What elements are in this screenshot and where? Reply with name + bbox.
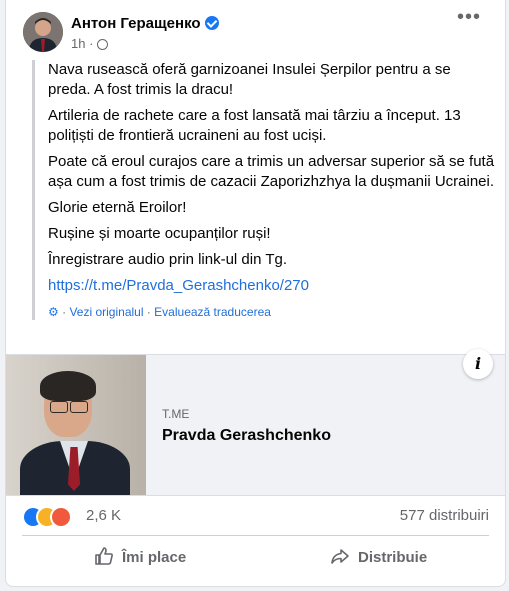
verified-badge-icon <box>204 16 219 30</box>
info-icon[interactable]: i <box>463 349 493 379</box>
post-header: Антон Геращенко 1h · <box>23 12 505 56</box>
share-button[interactable]: Distribuie <box>330 540 427 576</box>
post-time[interactable]: 1h <box>71 36 85 51</box>
shares-count[interactable]: 577 distribuiri <box>400 507 489 524</box>
post-paragraph: Nava rusească oferă garnizoanei Insulei … <box>48 61 451 98</box>
preview-thumbnail[interactable] <box>6 355 146 495</box>
see-original-link[interactable]: Vezi originalul <box>69 305 143 319</box>
translation-bar: ⚙ · Vezi originalul · Evaluează traducer… <box>48 304 497 320</box>
action-bar: Îmi place Distribuie <box>6 540 505 578</box>
author-name-text[interactable]: Антон Геращенко <box>71 15 201 32</box>
avatar[interactable] <box>23 12 63 52</box>
post-paragraph: Rușine și moarte ocupanților ruși! <box>48 225 271 242</box>
thumbs-up-icon <box>95 547 113 565</box>
post-card: Антон Геращенко 1h · ••• Nava rusească o… <box>5 0 506 587</box>
like-label: Îmi place <box>122 549 187 566</box>
post-paragraph: Înregistrare audio prin link-ul din Tg. <box>48 251 288 268</box>
bar-separator: · <box>143 305 155 319</box>
meta-separator: · <box>89 36 98 51</box>
telegram-link[interactable]: https://t.me/Pravda_Gerashchenko/270 <box>48 276 497 296</box>
post-stats: 2,6 K 577 distribuiri <box>22 504 489 532</box>
avatar-image <box>23 12 63 52</box>
post-meta: 1h · <box>71 36 109 51</box>
angry-reaction-icon <box>50 506 72 528</box>
preview-site: T.ME <box>162 407 190 421</box>
divider <box>22 535 489 536</box>
reactions-count[interactable]: 2,6 K <box>86 507 121 524</box>
share-label: Distribuie <box>358 549 428 566</box>
post-paragraph: Glorie eternă Eroilor! <box>48 199 187 216</box>
gear-icon[interactable]: ⚙ <box>48 305 59 319</box>
share-icon <box>331 549 349 564</box>
like-button[interactable]: Îmi place <box>94 540 186 576</box>
post-paragraph: Artileria de rachete care a fost lansată… <box>48 107 461 144</box>
link-preview[interactable]: T.ME Pravda Gerashchenko i <box>6 349 505 496</box>
post-paragraph: Poate că eroul curajos care a trimis un … <box>48 153 495 190</box>
globe-icon <box>97 39 109 50</box>
preview-title[interactable]: Pravda Gerashchenko <box>162 427 331 445</box>
rate-translation-link[interactable]: Evaluează traducerea <box>154 305 271 319</box>
author-name[interactable]: Антон Геращенко <box>71 15 219 32</box>
post-body: Nava rusească oferă garnizoanei Insulei … <box>32 60 497 320</box>
more-options-icon[interactable]: ••• <box>457 7 481 27</box>
